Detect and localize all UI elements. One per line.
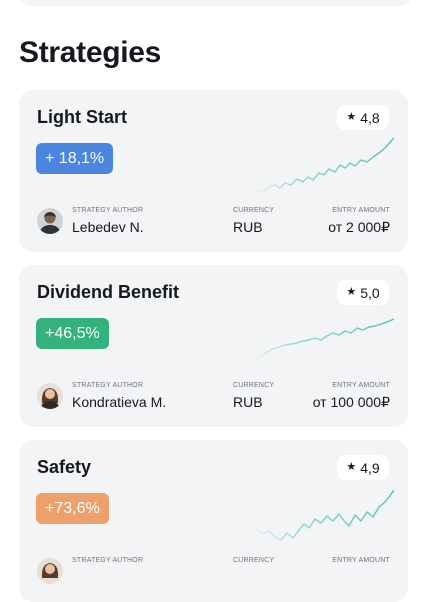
author-label: STRATEGY AUTHOR bbox=[72, 382, 144, 389]
strategy-name: Safety bbox=[37, 457, 92, 477]
avatar-male-photo-icon bbox=[37, 208, 63, 234]
rating-value: 4,8 bbox=[360, 109, 380, 126]
strategy-name: Dividend Benefit bbox=[37, 282, 180, 302]
currency-value: RUB bbox=[233, 394, 263, 410]
sparkline-line bbox=[249, 318, 394, 369]
author-avatar bbox=[37, 208, 63, 234]
strategy-name: Light Start bbox=[37, 107, 127, 127]
previous-card-edge bbox=[18, 0, 413, 6]
avatar-female-photo-icon bbox=[37, 558, 63, 584]
author-name: Lebedev N. bbox=[72, 219, 144, 235]
entry-amount-label: ENTRY AMOUNT bbox=[332, 557, 390, 564]
currency-label: CURRENCY bbox=[233, 207, 275, 214]
page-title: Strategies bbox=[19, 36, 162, 69]
sparkline-line bbox=[249, 489, 394, 541]
entry-amount-label: ENTRY AMOUNT bbox=[332, 207, 390, 214]
author-label: STRATEGY AUTHOR bbox=[72, 557, 144, 564]
rating-value: 4,9 bbox=[360, 459, 380, 476]
strategy-card-light-start[interactable]: Light Start ★ 4,8 + 18,1% STRATEGY AUTHO… bbox=[19, 90, 408, 252]
author-label: STRATEGY AUTHOR bbox=[72, 207, 144, 214]
sparkline-chart bbox=[249, 318, 394, 369]
star-icon: ★ bbox=[346, 111, 357, 123]
currency-value: RUB bbox=[233, 219, 263, 235]
strategy-card-dividend-benefit[interactable]: Dividend Benefit ★ 5,0 +46,5% STRATEGY A… bbox=[19, 265, 408, 427]
sparkline-line bbox=[249, 137, 394, 196]
return-badge: +73,6% bbox=[36, 493, 109, 524]
sparkline-chart bbox=[249, 137, 394, 196]
return-badge: +46,5% bbox=[36, 318, 109, 349]
rating-badge: ★ 4,8 bbox=[337, 105, 389, 130]
rating-value: 5,0 bbox=[360, 284, 380, 301]
return-badge: + 18,1% bbox=[36, 143, 114, 174]
avatar-female-photo-icon bbox=[37, 383, 63, 409]
rating-badge: ★ 4,9 bbox=[337, 455, 389, 480]
currency-label: CURRENCY bbox=[233, 382, 275, 389]
author-name: Kondratieva M. bbox=[72, 394, 167, 410]
entry-amount-label: ENTRY AMOUNT bbox=[332, 382, 390, 389]
author-avatar bbox=[37, 383, 63, 409]
entry-amount-value: от 100 000₽ bbox=[312, 394, 390, 410]
author-avatar bbox=[37, 558, 63, 584]
star-icon: ★ bbox=[346, 461, 357, 473]
currency-label: CURRENCY bbox=[233, 557, 275, 564]
sparkline-chart bbox=[249, 489, 394, 541]
entry-amount-value: от 2 000₽ bbox=[328, 219, 390, 235]
star-icon: ★ bbox=[346, 286, 357, 298]
rating-badge: ★ 5,0 bbox=[337, 280, 389, 305]
strategy-card-safety[interactable]: Safety ★ 4,9 +73,6% STRATEGY AUTHOR CURR… bbox=[19, 440, 408, 602]
